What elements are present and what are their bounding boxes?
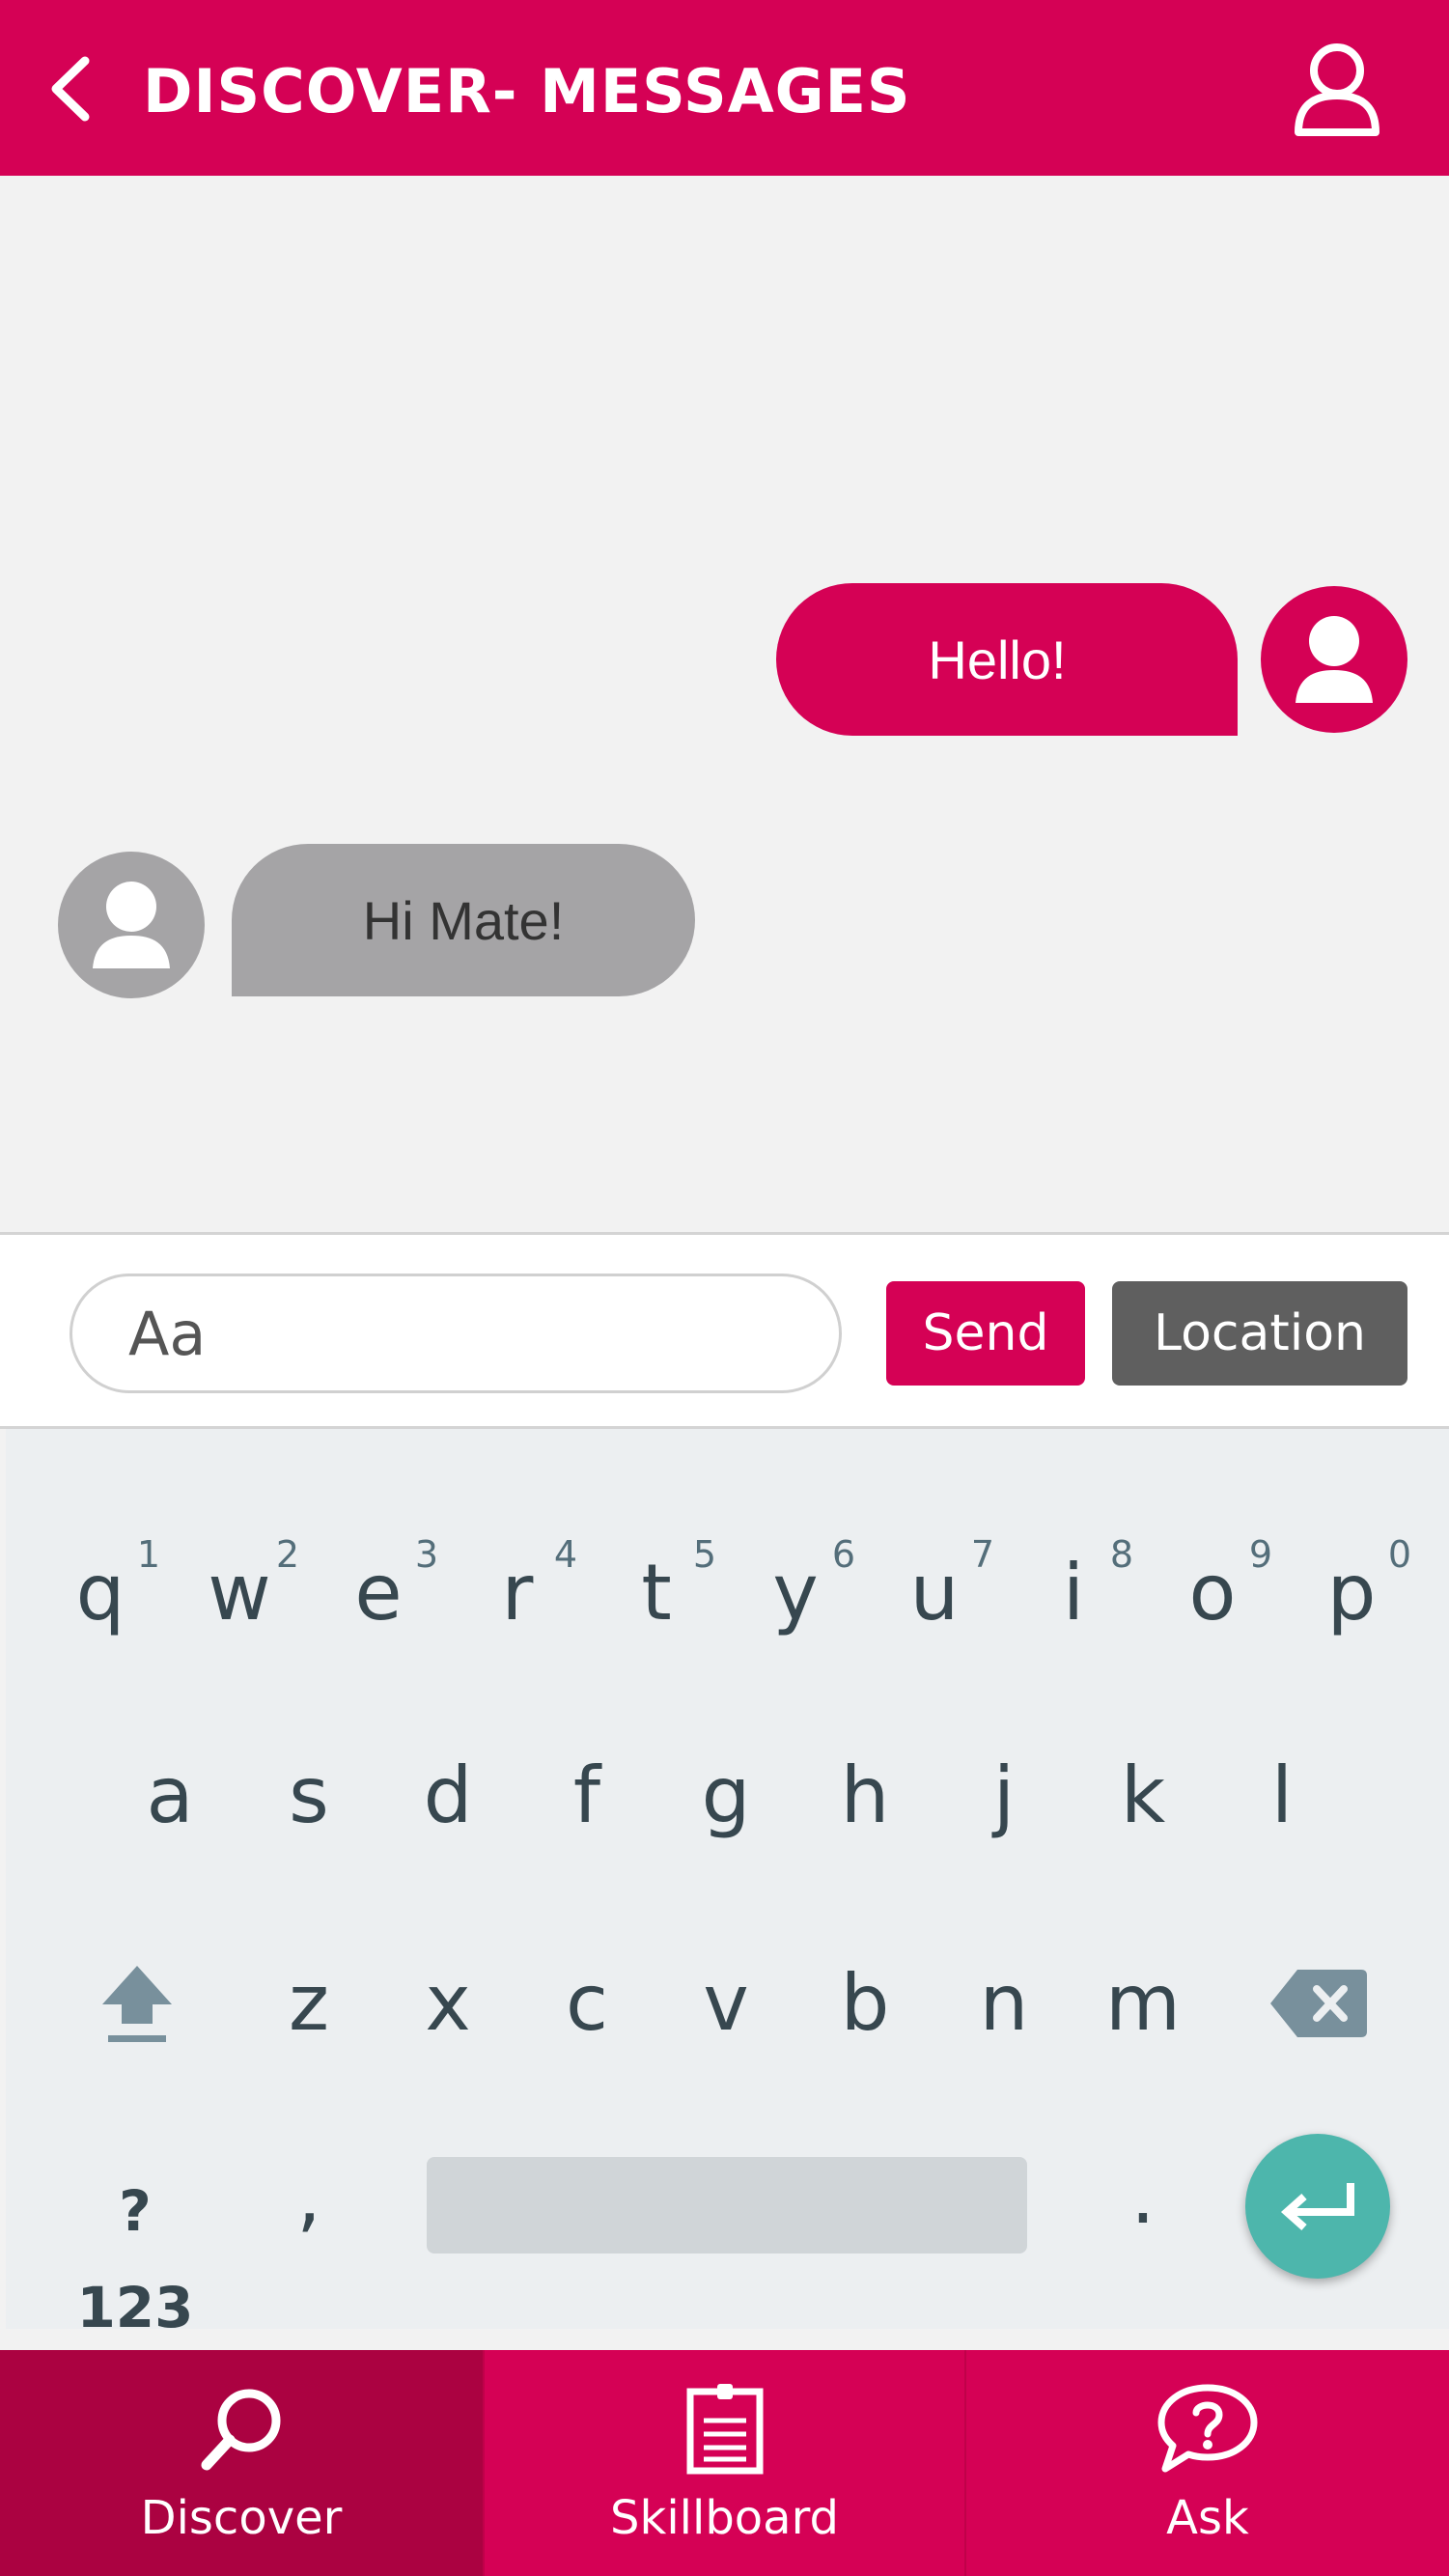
person-icon <box>93 882 170 968</box>
key-label: g <box>701 1750 751 1840</box>
shift-arrow-icon <box>102 1966 172 2042</box>
app-header: DISCOVER- MESSAGES <box>0 0 1449 176</box>
on-screen-keyboard: 1q 2w 3e 4r 5t 6y 7u 8i 9o 0p a s d f g … <box>6 1429 1449 2340</box>
key-b[interactable]: b <box>807 1955 923 2052</box>
chevron-left-icon <box>51 56 90 122</box>
enter-arrow-icon <box>1280 2183 1354 2230</box>
key-a[interactable]: a <box>112 1748 228 1844</box>
key-d[interactable]: d <box>390 1748 506 1844</box>
key-label: n <box>979 1958 1029 2048</box>
key-hint: 1 <box>136 1533 160 1576</box>
backspace-key[interactable] <box>1261 1955 1377 2052</box>
key-hint: 4 <box>553 1533 577 1576</box>
shift-key[interactable] <box>79 1955 195 2052</box>
bottom-navigation: Discover Skillboard Ask <box>0 2350 1449 2576</box>
outgoing-message-bubble: Hello! <box>776 583 1238 736</box>
nav-label: Ask <box>1166 2491 1249 2545</box>
search-icon <box>201 2389 281 2471</box>
location-button[interactable]: Location <box>1112 1281 1407 1386</box>
avatar <box>58 852 205 998</box>
avatar <box>1261 586 1407 733</box>
nav-item-skillboard[interactable]: Skillboard <box>483 2350 966 2576</box>
key-label: x <box>425 1958 471 2048</box>
key-q[interactable]: 1q <box>42 1533 160 1641</box>
key-label: d <box>423 1750 473 1840</box>
nav-item-ask[interactable]: Ask <box>966 2350 1449 2576</box>
key-w[interactable]: 2w <box>181 1533 299 1641</box>
key-label: c <box>566 1958 608 2048</box>
key-label: k <box>1120 1750 1166 1840</box>
key-g[interactable]: g <box>668 1748 784 1844</box>
key-label: s <box>289 1750 329 1840</box>
user-icon <box>1295 43 1379 136</box>
profile-button[interactable] <box>1284 37 1390 143</box>
key-label: v <box>703 1958 749 2048</box>
incoming-message-bubble: Hi Mate! <box>232 844 695 996</box>
key-m[interactable]: m <box>1085 1955 1201 2052</box>
symbols-key[interactable]: ?123 <box>68 2163 203 2356</box>
message-text: Hi Mate! <box>362 889 565 951</box>
key-t[interactable]: 5t <box>599 1533 716 1641</box>
key-hint: 0 <box>1387 1533 1411 1576</box>
key-y[interactable]: 6y <box>738 1533 855 1641</box>
key-j[interactable]: j <box>946 1748 1062 1844</box>
compose-bar: Send Location <box>0 1232 1449 1429</box>
key-label: j <box>992 1750 1016 1840</box>
key-hint: 6 <box>831 1533 855 1576</box>
clipboard-icon <box>686 2384 763 2475</box>
key-r[interactable]: 4r <box>460 1533 577 1641</box>
key-label: h <box>840 1750 890 1840</box>
chat-area: Hello! Hi Mate! <box>6 176 1449 1232</box>
key-p[interactable]: 0p <box>1294 1533 1411 1641</box>
spacebar[interactable] <box>427 2157 1027 2254</box>
key-v[interactable]: v <box>668 1955 784 2052</box>
key-k[interactable]: k <box>1085 1748 1201 1844</box>
key-hint: 5 <box>692 1533 716 1576</box>
key-label: l <box>1270 1750 1294 1840</box>
enter-key[interactable] <box>1245 2134 1390 2279</box>
key-f[interactable]: f <box>529 1748 645 1844</box>
nav-item-discover[interactable]: Discover <box>0 2350 483 2576</box>
key-n[interactable]: n <box>946 1955 1062 2052</box>
page-title: DISCOVER- MESSAGES <box>143 56 911 126</box>
key-c[interactable]: c <box>529 1955 645 2052</box>
key-label: b <box>840 1958 890 2048</box>
key-hint: 8 <box>1109 1533 1133 1576</box>
key-label: . <box>1130 2151 1156 2241</box>
key-u[interactable]: 7u <box>877 1533 994 1641</box>
comma-key[interactable]: , <box>251 2148 367 2245</box>
key-s[interactable]: s <box>251 1748 367 1844</box>
key-hint: 7 <box>970 1533 994 1576</box>
key-z[interactable]: z <box>251 1955 367 2052</box>
key-label: f <box>572 1750 601 1840</box>
key-e[interactable]: 3e <box>320 1533 438 1641</box>
key-h[interactable]: h <box>807 1748 923 1844</box>
key-hint: 3 <box>414 1533 438 1576</box>
key-hint: 9 <box>1248 1533 1272 1576</box>
key-label: ?123 <box>76 2178 194 2340</box>
key-label: m <box>1105 1958 1181 2048</box>
question-bubble-icon <box>1157 2384 1258 2473</box>
back-button[interactable] <box>37 50 104 127</box>
nav-label: Skillboard <box>610 2491 839 2545</box>
key-label: , <box>296 2151 321 2241</box>
person-icon <box>1296 616 1373 703</box>
key-label: a <box>146 1750 194 1840</box>
key-hint: 2 <box>275 1533 299 1576</box>
key-label: z <box>289 1958 329 2048</box>
period-key[interactable]: . <box>1085 2148 1201 2245</box>
message-input[interactable] <box>70 1274 842 1393</box>
key-x[interactable]: x <box>390 1955 506 2052</box>
key-i[interactable]: 8i <box>1016 1533 1133 1641</box>
send-button[interactable]: Send <box>886 1281 1085 1386</box>
key-l[interactable]: l <box>1224 1748 1340 1844</box>
backspace-icon <box>1270 1970 1367 2037</box>
nav-label: Discover <box>140 2491 343 2545</box>
key-o[interactable]: 9o <box>1155 1533 1272 1641</box>
message-text: Hello! <box>928 629 1067 690</box>
